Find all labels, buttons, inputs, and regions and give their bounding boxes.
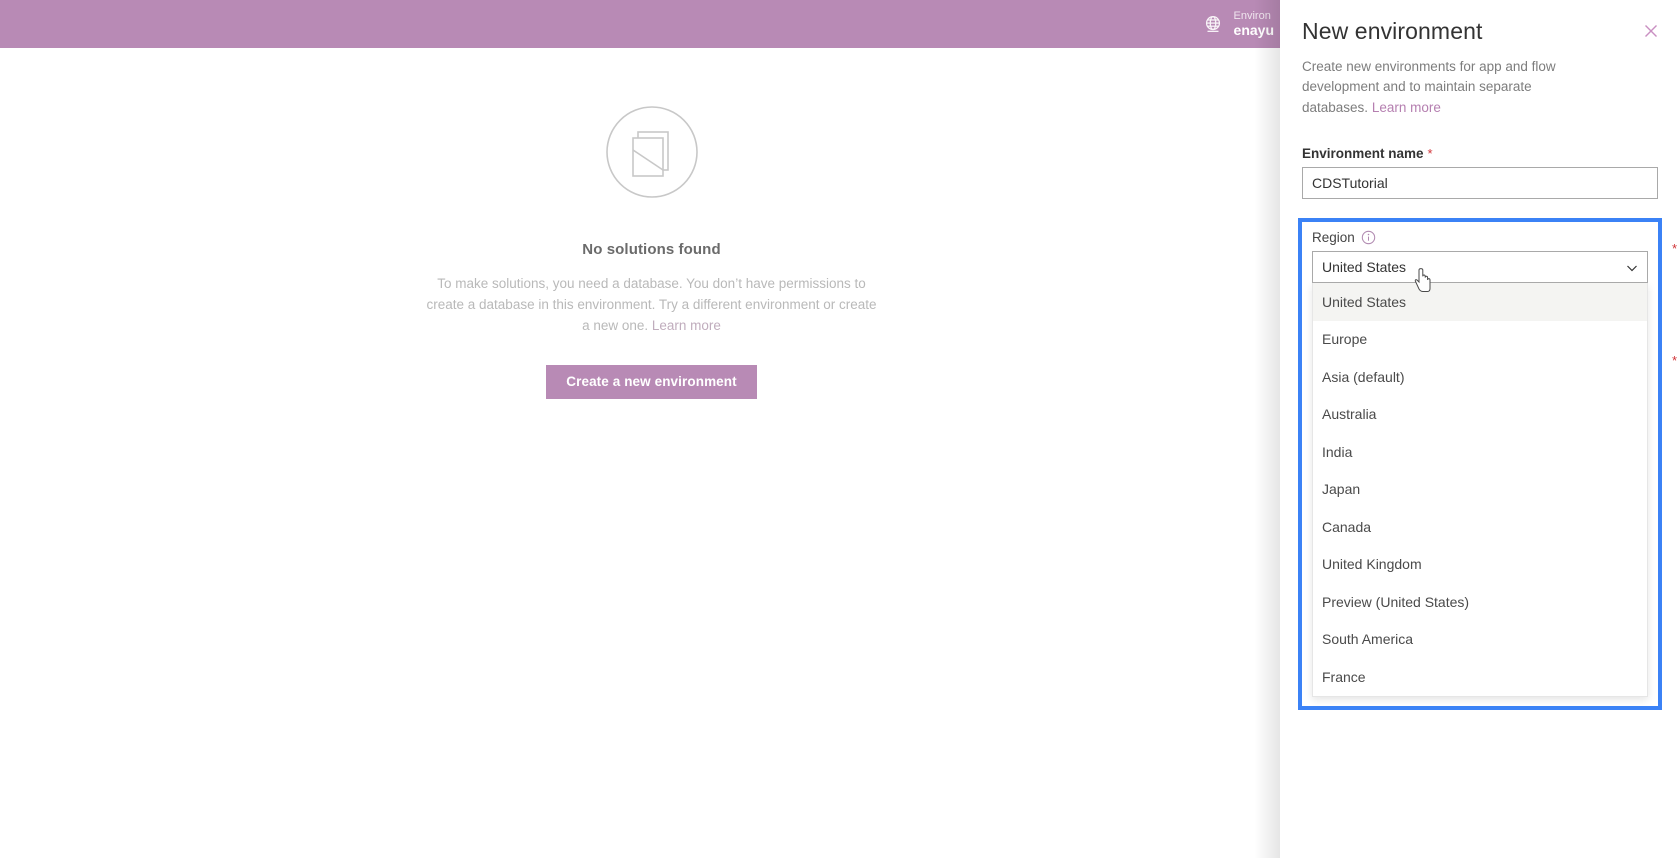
required-asterisk: *	[1427, 145, 1433, 161]
environment-value: enayu	[1233, 22, 1274, 39]
environment-name-label: Environment name *	[1302, 146, 1658, 161]
region-option[interactable]: United States	[1313, 283, 1647, 321]
region-option[interactable]: Europe	[1313, 321, 1647, 359]
region-option[interactable]: South America	[1313, 621, 1647, 659]
empty-state-learn-more-link[interactable]: Learn more	[652, 318, 721, 333]
new-environment-panel: New environment Create new environments …	[1280, 0, 1680, 858]
region-label: Region	[1312, 230, 1648, 245]
globe-icon	[1202, 13, 1224, 35]
environment-info: Environ enayu	[1234, 10, 1274, 39]
environment-label: Environ	[1233, 9, 1271, 22]
region-option[interactable]: Japan	[1313, 471, 1647, 509]
no-solutions-illustration-icon	[600, 100, 704, 209]
region-option[interactable]: Preview (United States)	[1313, 583, 1647, 621]
region-option[interactable]: United Kingdom	[1313, 546, 1647, 584]
app-root: Environ enayu No solutions found To make…	[0, 0, 1680, 858]
chevron-down-icon	[1626, 261, 1638, 273]
region-field-focus-container: Region United States United States Europ…	[1298, 218, 1662, 710]
region-option[interactable]: France	[1313, 658, 1647, 696]
region-selected-value: United States	[1322, 259, 1407, 275]
panel-header: New environment	[1280, 0, 1680, 45]
empty-state: No solutions found To make solutions, yo…	[0, 48, 1303, 399]
topbar-environment-picker[interactable]: Environ enayu	[1202, 0, 1280, 48]
region-option[interactable]: Canada	[1313, 508, 1647, 546]
empty-state-title: No solutions found	[582, 241, 721, 258]
environment-name-field: Environment name *	[1280, 146, 1680, 199]
region-required-asterisk: *	[1671, 241, 1677, 256]
region-option[interactable]: Australia	[1313, 396, 1647, 434]
close-icon[interactable]	[1636, 16, 1666, 46]
empty-state-description: To make solutions, you need a database. …	[427, 274, 877, 337]
secondary-required-asterisk: *	[1671, 353, 1677, 368]
region-option[interactable]: India	[1313, 433, 1647, 471]
panel-description: Create new environments for app and flow…	[1280, 57, 1610, 118]
environment-name-label-text: Environment name	[1302, 145, 1424, 161]
region-label-text: Region	[1312, 230, 1355, 245]
create-new-environment-button[interactable]: Create a new environment	[546, 364, 757, 399]
region-option[interactable]: Asia (default)	[1313, 358, 1647, 396]
panel-title: New environment	[1302, 18, 1483, 44]
panel-learn-more-link[interactable]: Learn more	[1372, 100, 1441, 115]
region-combobox[interactable]: United States	[1312, 251, 1648, 283]
main-content: No solutions found To make solutions, yo…	[0, 48, 1303, 858]
environment-name-input[interactable]	[1302, 166, 1658, 199]
region-listbox[interactable]: United States Europe Asia (default) Aust…	[1312, 283, 1648, 697]
info-icon[interactable]	[1361, 230, 1376, 245]
